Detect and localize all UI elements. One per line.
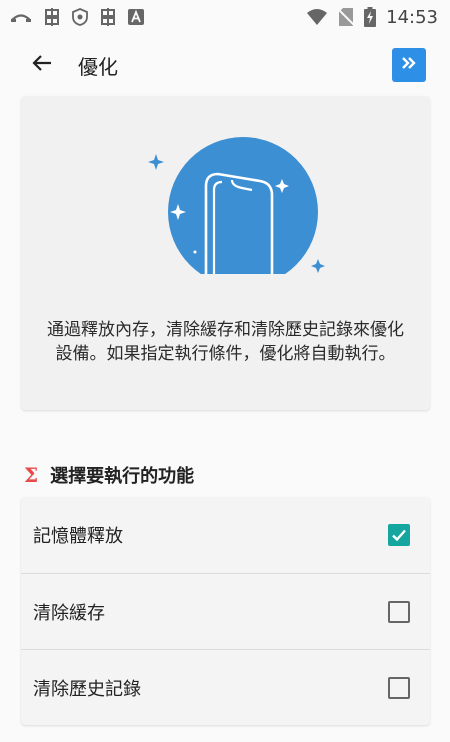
phone-illustration	[148, 134, 328, 284]
memory-release-checkbox[interactable]	[388, 524, 410, 546]
option-label: 清除緩存	[33, 602, 105, 624]
clear-history-checkbox[interactable]	[388, 676, 410, 699]
wifi-icon	[306, 8, 328, 26]
status-time: 14:53	[386, 6, 438, 28]
clear-cache-checkbox[interactable]	[388, 600, 410, 623]
options-list: 記憶體釋放 清除緩存 清除歷史記錄	[21, 497, 430, 725]
option-label: 記憶體釋放	[33, 526, 123, 547]
sigma-icon: Σ	[24, 463, 39, 487]
call-icon	[10, 10, 32, 24]
check-icon	[392, 529, 406, 542]
back-button[interactable]	[20, 43, 64, 87]
option-memory-release[interactable]: 記憶體釋放	[21, 497, 430, 573]
section-title: 選擇要執行的功能	[50, 466, 195, 487]
description-text: 通過釋放內存，清除緩存和清除歷史記錄來優化設備。如果指定執行條件，優化將自動執行…	[47, 320, 404, 364]
battery-charging-icon	[364, 7, 377, 27]
bug-icon	[42, 7, 62, 27]
a-icon	[128, 9, 144, 25]
skip-button[interactable]	[392, 48, 426, 82]
arrow-left-icon	[30, 51, 54, 79]
bug-icon	[98, 7, 118, 27]
page-title: 優化	[78, 54, 118, 79]
no-sim-icon	[338, 7, 355, 27]
app-bar: 優化	[0, 36, 450, 94]
option-clear-history[interactable]: 清除歷史記錄	[21, 649, 430, 725]
double-chevron-right-icon	[400, 54, 418, 76]
option-label: 清除歷史記錄	[33, 678, 141, 700]
shield-icon	[72, 8, 88, 26]
status-bar: 14:53	[0, 0, 450, 34]
info-card: 通過釋放內存，清除緩存和清除歷史記錄來優化設備。如果指定執行條件，優化將自動執行…	[21, 96, 430, 410]
option-clear-cache[interactable]: 清除緩存	[21, 573, 430, 649]
section-header: Σ 選擇要執行的功能	[24, 462, 194, 488]
